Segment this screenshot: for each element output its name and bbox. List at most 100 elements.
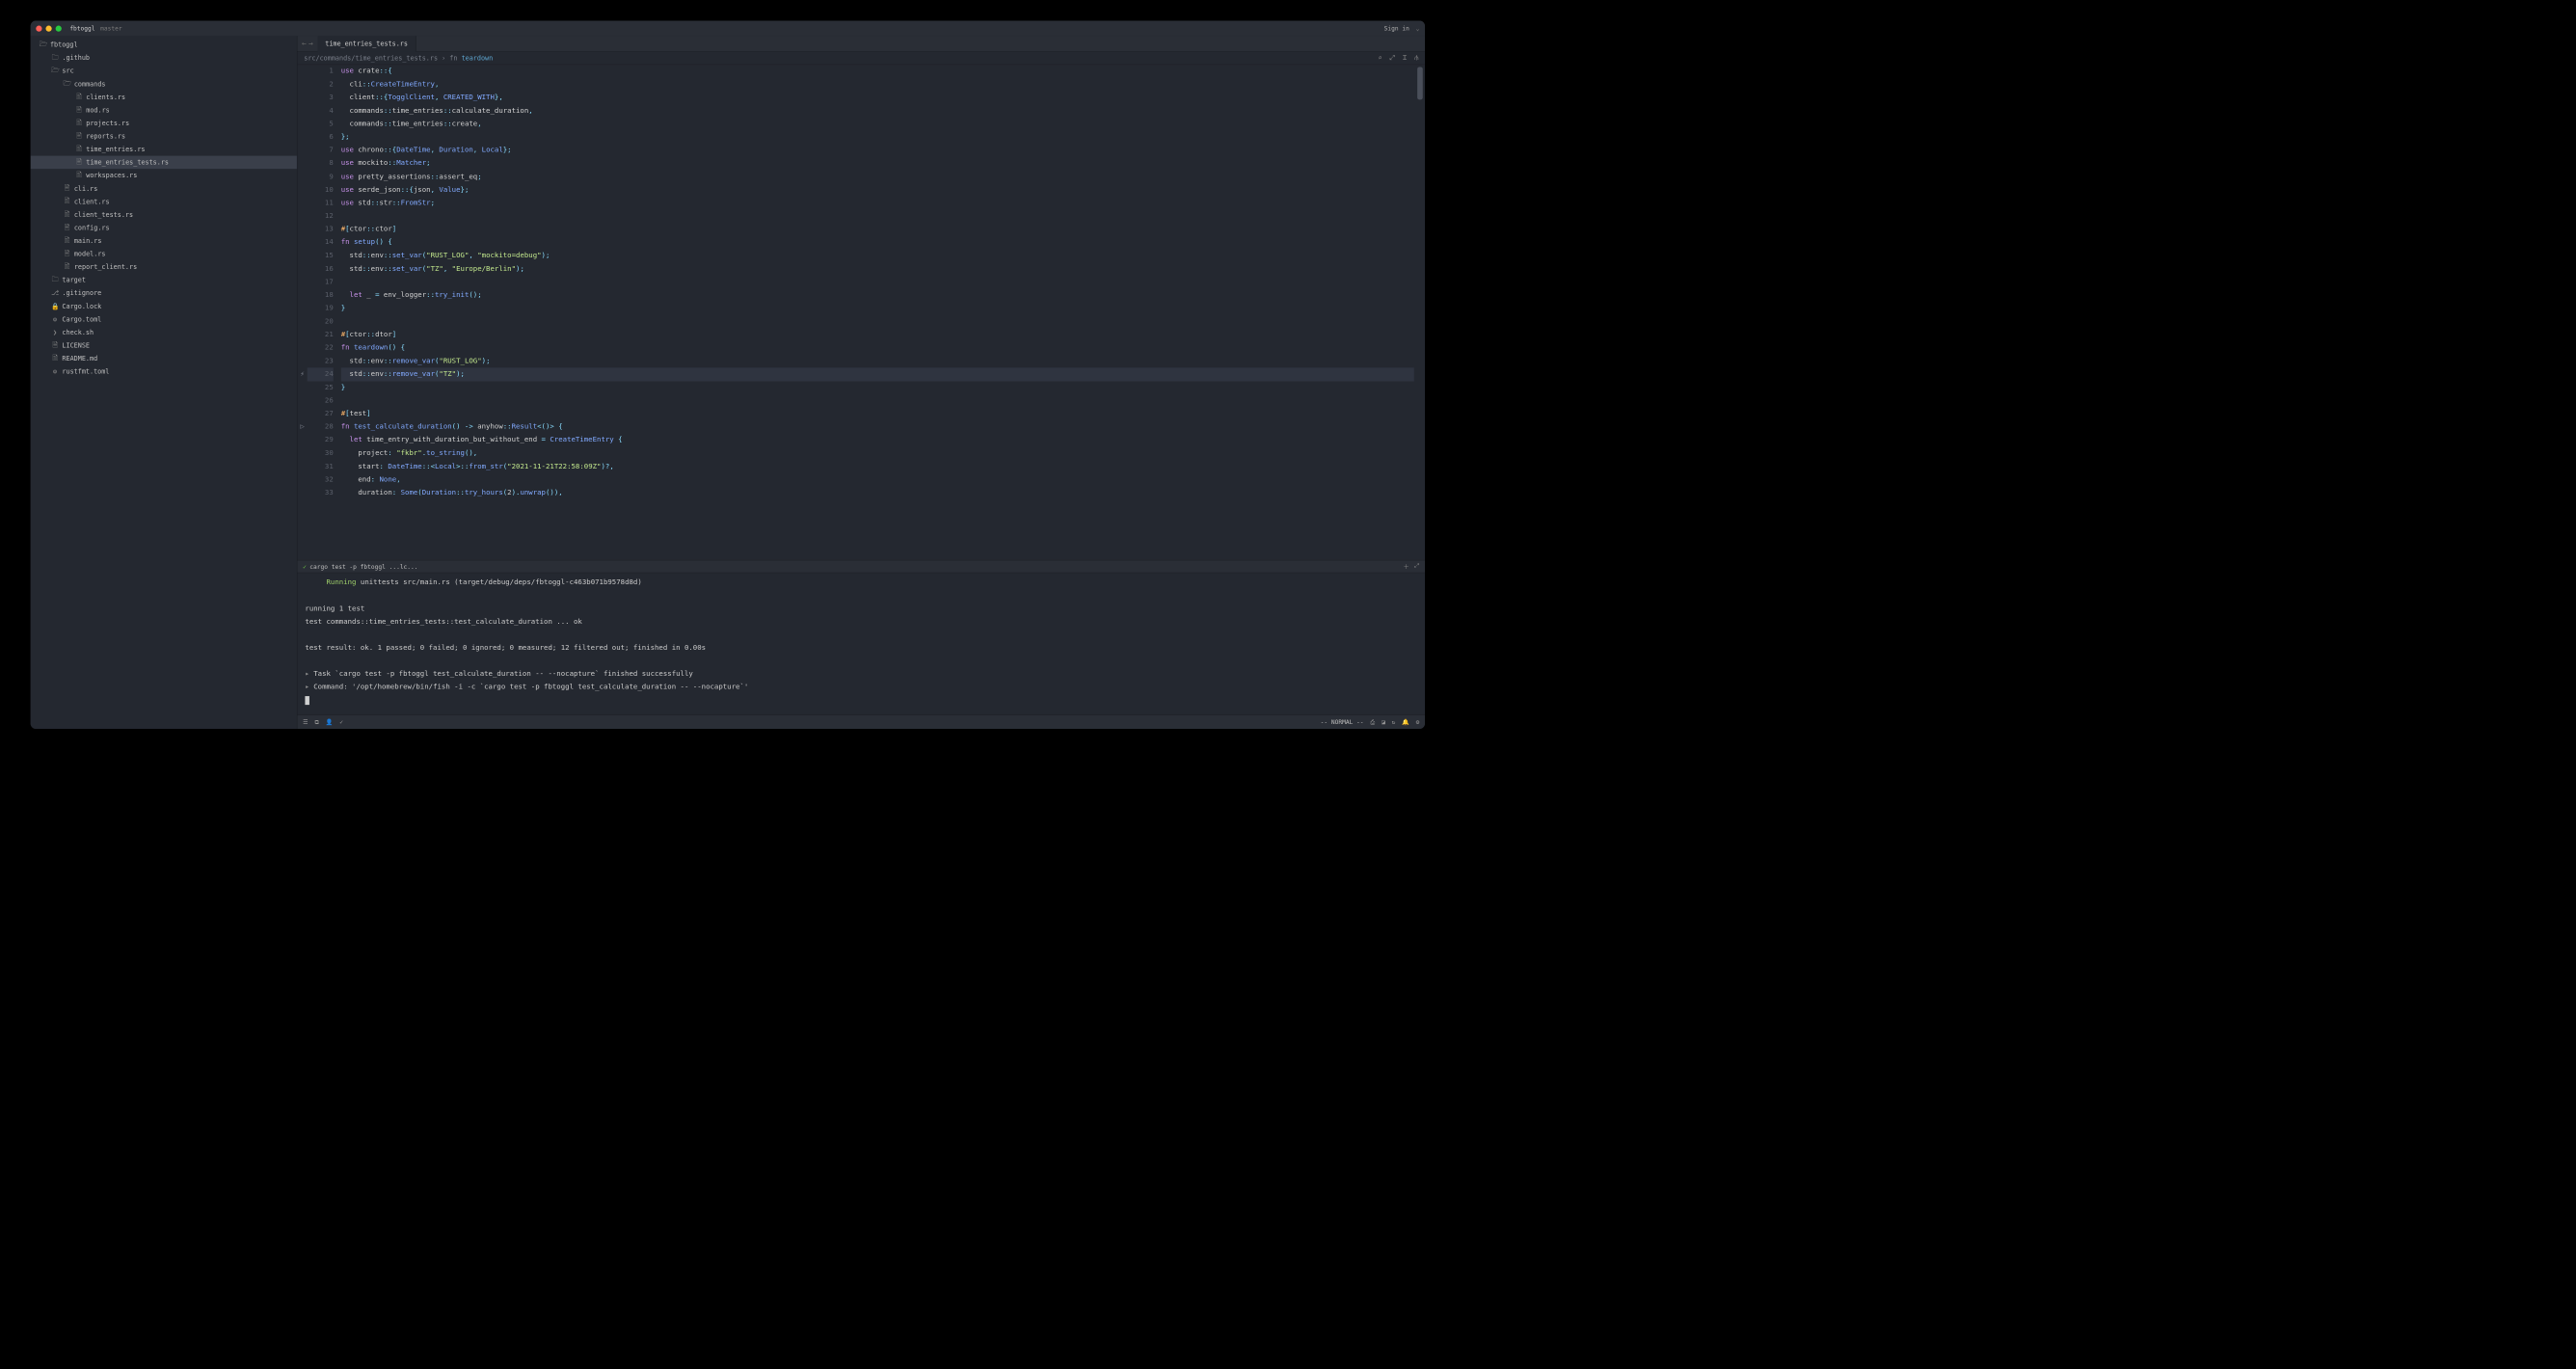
status-tree-icon[interactable]: ⧉ <box>314 718 318 726</box>
code-line[interactable]: use chrono::{DateTime, Duration, Local}; <box>341 144 1414 157</box>
branch-name[interactable]: master <box>100 25 121 32</box>
code-line[interactable]: use std::str::FromStr; <box>341 197 1414 210</box>
tree-item-reports-rs[interactable]: 🖹reports.rs <box>31 129 297 143</box>
code-line[interactable] <box>341 276 1414 289</box>
code-editor[interactable]: ⚡▷ 1234567891011121314151617181920212223… <box>297 65 1425 560</box>
code-line[interactable]: fn setup() { <box>341 236 1414 250</box>
tree-item-workspaces-rs[interactable]: 🖹workspaces.rs <box>31 169 297 182</box>
tree-item-config-rs[interactable]: 🖹config.rs <box>31 221 297 234</box>
status-refresh-icon[interactable]: ↻ <box>1392 718 1396 725</box>
tree-item-cli-rs[interactable]: 🖹cli.rs <box>31 182 297 196</box>
code-line[interactable] <box>341 394 1414 408</box>
code-line[interactable]: std::env::set_var("RUST_LOG", "mockito=d… <box>341 250 1414 263</box>
close-icon[interactable] <box>36 25 41 31</box>
code-line[interactable]: commands::time_entries::calculate_durati… <box>341 104 1414 118</box>
tree-item-time-entries-rs[interactable]: 🖹time_entries.rs <box>31 143 297 156</box>
tree-item-check-sh[interactable]: ❯check.sh <box>31 326 297 339</box>
code-line[interactable]: }; <box>341 131 1414 145</box>
tree-item-time-entries-tests-rs[interactable]: 🖹time_entries_tests.rs <box>31 156 297 170</box>
status-person-icon[interactable]: 👤 <box>326 718 334 726</box>
maximize-icon[interactable]: ⤢ <box>1414 562 1419 571</box>
status-printer-icon[interactable]: ⎙ <box>1370 718 1375 726</box>
code-line[interactable]: commands::time_entries::create, <box>341 118 1414 131</box>
tree-label: client.rs <box>74 198 110 205</box>
code-line[interactable]: std::env::remove_var("TZ"); <box>341 368 1414 382</box>
tree-item-client-rs[interactable]: 🖹client.rs <box>31 195 297 208</box>
terminal-output[interactable]: Running unittests src/main.rs (target/de… <box>297 573 1425 714</box>
tree-label: commands <box>74 80 106 88</box>
code-line[interactable]: } <box>341 381 1414 394</box>
status-check-icon[interactable]: ✓ <box>339 718 343 726</box>
code-line[interactable]: use mockito::Matcher; <box>341 157 1414 171</box>
code-line[interactable]: #[test] <box>341 408 1414 421</box>
tree-item-README-md[interactable]: 🗎README.md <box>31 352 297 365</box>
nav-forward-icon[interactable]: → <box>309 40 313 48</box>
tree-item-main-rs[interactable]: 🖹main.rs <box>31 234 297 248</box>
code-line[interactable]: fn teardown() { <box>341 341 1414 355</box>
status-square-icon[interactable]: ◪ <box>1382 718 1385 725</box>
line-number: 11 <box>308 197 334 210</box>
tree-item-projects-rs[interactable]: 🖹projects.rs <box>31 117 297 130</box>
chevron-down-icon[interactable]: ⌄ <box>1416 25 1420 32</box>
sign-in-button[interactable]: Sign in <box>1384 25 1414 32</box>
tree-item-commands[interactable]: 🗁commands <box>31 77 297 91</box>
minimap-scrollbar[interactable] <box>1417 67 1423 99</box>
status-list-icon[interactable]: ☰ <box>303 718 309 726</box>
terminal-line: ▸ Task `cargo test -p fbtoggl test_calcu… <box>305 668 1417 682</box>
file-tree[interactable]: 🗁fbtoggl🗀.github🗁src🗁commands🖹clients.rs… <box>31 36 298 729</box>
tree-item-model-rs[interactable]: 🖹model.rs <box>31 248 297 261</box>
tree-item-fbtoggl[interactable]: 🗁fbtoggl <box>31 39 297 52</box>
code-line[interactable] <box>341 210 1414 224</box>
tree-item-src[interactable]: 🗁src <box>31 65 297 78</box>
file-icon: 🖹 <box>75 130 83 142</box>
code-line[interactable]: #[ctor::dtor] <box>341 329 1414 342</box>
sliders-icon[interactable]: ⫛ <box>1414 54 1418 62</box>
code-line[interactable]: duration: Some(Duration::try_hours(2).un… <box>341 487 1414 500</box>
text-cursor-icon[interactable]: Ꮖ <box>1403 54 1407 62</box>
status-bell-icon[interactable]: 🔔 <box>1402 718 1409 725</box>
tree-item-Cargo-lock[interactable]: 🔒Cargo.lock <box>31 300 297 313</box>
plus-icon[interactable]: ＋ <box>1404 562 1409 571</box>
tree-item-rustfmt-toml[interactable]: ⚙rustfmt.toml <box>31 365 297 379</box>
tree-item--github[interactable]: 🗀.github <box>31 51 297 65</box>
code-line[interactable]: std::env::remove_var("RUST_LOG"); <box>341 355 1414 368</box>
tree-item-target[interactable]: 🗀target <box>31 274 297 287</box>
tree-item-Cargo-toml[interactable]: ⚙Cargo.toml <box>31 312 297 326</box>
code-line[interactable]: client::{TogglClient, CREATED_WITH}, <box>341 92 1414 105</box>
status-gear-icon[interactable]: ⚙ <box>1416 718 1420 725</box>
code-line[interactable]: project: "fkbr".to_string(), <box>341 447 1414 461</box>
code-line[interactable]: use pretty_assertions::assert_eq; <box>341 171 1414 184</box>
code-line[interactable]: #[ctor::ctor] <box>341 223 1414 236</box>
code-line[interactable]: std::env::set_var("TZ", "Europe/Berlin")… <box>341 262 1414 276</box>
expand-icon[interactable]: ⤢ <box>1390 54 1395 62</box>
file-icon: 🖹 <box>64 209 71 221</box>
code-line[interactable]: end: None, <box>341 473 1414 487</box>
breadcrumb[interactable]: src/commands/time_entries_tests.rs › fn … <box>297 52 1425 66</box>
tree-item--gitignore[interactable]: ⎇.gitignore <box>31 286 297 300</box>
tree-item-mod-rs[interactable]: 🖹mod.rs <box>31 103 297 117</box>
nav-back-icon[interactable]: ← <box>302 40 307 48</box>
code-line[interactable]: let time_entry_with_duration_but_without… <box>341 434 1414 447</box>
code-line[interactable]: } <box>341 302 1414 315</box>
line-number: 8 <box>308 157 334 171</box>
terminal-line: test result: ok. 1 passed; 0 failed; 0 i… <box>305 642 1417 656</box>
tree-label: target <box>62 276 85 283</box>
code-line[interactable]: let _ = env_logger::try_init(); <box>341 289 1414 303</box>
code-line[interactable]: use serde_json::{json, Value}; <box>341 183 1414 197</box>
zoom-icon[interactable] <box>56 25 62 31</box>
code-line[interactable]: start: DateTime::<Local>::from_str("2021… <box>341 460 1414 473</box>
terminal-title[interactable]: cargo test -p fbtoggl ...lc... <box>309 563 417 570</box>
code-line[interactable]: cli::CreateTimeEntry, <box>341 78 1414 92</box>
tree-item-report-client-rs[interactable]: 🖹report_client.rs <box>31 260 297 274</box>
tree-item-client-tests-rs[interactable]: 🖹client_tests.rs <box>31 208 297 222</box>
tree-label: clients.rs <box>86 94 125 101</box>
tab-active[interactable]: time_entries_tests.rs <box>317 36 416 51</box>
tree-item-LICENSE[interactable]: 🗎LICENSE <box>31 338 297 352</box>
search-icon[interactable]: ⌕ <box>1379 54 1382 62</box>
code-line[interactable]: fn test_calculate_duration() -> anyhow::… <box>341 420 1414 434</box>
minimize-icon[interactable] <box>45 25 51 31</box>
project-name[interactable]: fbtoggl <box>69 25 94 32</box>
code-line[interactable]: use crate::{ <box>341 65 1414 78</box>
tree-item-clients-rs[interactable]: 🖹clients.rs <box>31 91 297 104</box>
code-line[interactable] <box>341 315 1414 329</box>
